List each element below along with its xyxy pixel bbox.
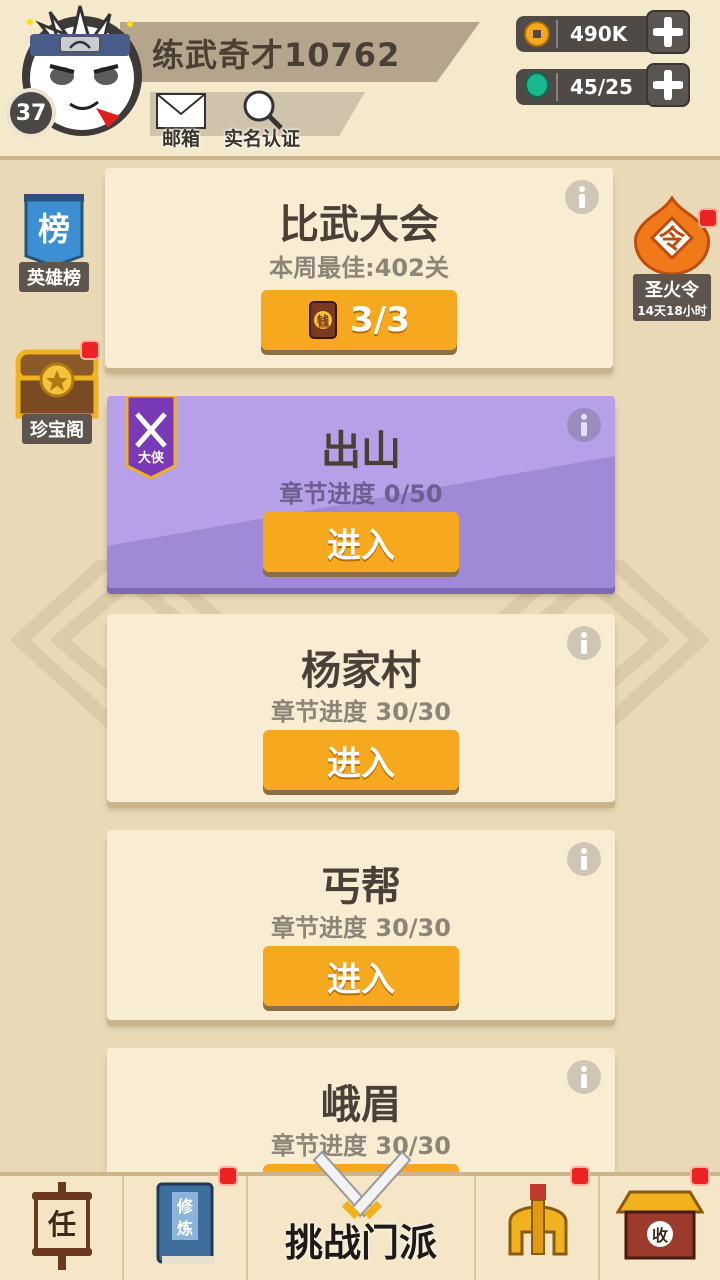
notification-dot xyxy=(690,1166,710,1186)
card-subtitle: 章节进度 30/30 xyxy=(271,914,451,942)
collect-glyph: 收 xyxy=(652,1226,668,1245)
token-label-box: 圣火令 14天18小时 xyxy=(633,274,711,321)
card-title: 峨眉 xyxy=(321,1082,401,1128)
nav-tasks[interactable]: 任 xyxy=(0,1176,124,1280)
enter-button[interactable]: 进入 xyxy=(263,512,459,572)
treasure-button[interactable]: 珍宝阁 xyxy=(14,340,100,444)
ticket-icon: 钱 xyxy=(309,301,338,339)
tickets-count: 3/3 xyxy=(350,300,410,340)
holy-fire-token-button[interactable]: 令 圣火令 14天18小时 xyxy=(630,196,718,321)
task-scroll-icon: 任 xyxy=(32,1182,92,1270)
helmet-icon xyxy=(508,1184,568,1256)
card-yangjiacun[interactable]: 杨家村 章节进度 30/30 进入 xyxy=(107,614,615,802)
add-gems-button[interactable] xyxy=(646,63,690,107)
ranking-button[interactable]: 榜 英雄榜 xyxy=(14,192,94,292)
nav-equipment[interactable] xyxy=(476,1166,600,1280)
card-title: 比武大会 xyxy=(279,202,439,248)
notification-dot xyxy=(570,1166,590,1186)
card-title: 丐帮 xyxy=(321,864,401,910)
card-chushan[interactable]: 大侠 出山 章节进度 0/50 进入 xyxy=(107,396,615,588)
notification-dot xyxy=(218,1166,238,1186)
level-badge: 37 xyxy=(6,88,56,138)
token-label: 圣火令 xyxy=(645,280,699,301)
gems-value: 45/25 xyxy=(570,75,633,99)
enter-button[interactable]: 进入 xyxy=(263,730,459,790)
enter-button[interactable]: 进入 xyxy=(263,946,459,1006)
ranking-glyph: 榜 xyxy=(38,210,70,248)
verify-label: 实名认证 xyxy=(224,128,301,150)
card-tournament[interactable]: 比武大会 本周最佳:402关 钱 3/3 xyxy=(105,168,613,368)
treasure-label: 珍宝阁 xyxy=(22,414,92,444)
cultivate-glyph-1: 修 xyxy=(176,1197,194,1216)
coin-icon xyxy=(524,21,550,47)
gem-icon xyxy=(525,72,549,103)
task-glyph: 任 xyxy=(47,1208,76,1241)
cultivation-book-icon: 修 炼 xyxy=(156,1182,214,1264)
card-subtitle: 本周最佳:402关 xyxy=(269,254,449,282)
nav-challenge-sect[interactable]: 挑战门派 xyxy=(248,1150,476,1280)
ranking-label: 英雄榜 xyxy=(19,262,89,292)
ticket-glyph: 钱 xyxy=(317,313,329,328)
nav-collect[interactable]: 收 xyxy=(600,1166,720,1280)
verify-button[interactable]: 实名认证 xyxy=(224,88,300,151)
bottom-nav: 任 修 炼 挑战门派 收 xyxy=(0,1150,720,1280)
player-name: 练武奇才10762 xyxy=(152,36,401,74)
card-gaibang[interactable]: 丐帮 章节进度 30/30 进入 xyxy=(107,830,615,1020)
mail-button[interactable]: 邮箱 xyxy=(155,92,207,151)
shop-building-icon: 收 xyxy=(616,1190,704,1260)
plus-icon xyxy=(653,17,683,47)
top-header: 练武奇才10762 37 邮箱 实名认证 490K 45/25 xyxy=(0,0,720,160)
notification-dot xyxy=(80,340,100,360)
challenge-label: 挑战门派 xyxy=(284,1221,437,1265)
add-coins-button[interactable] xyxy=(646,10,690,54)
token-timer: 14天18小时 xyxy=(637,304,707,318)
cultivate-glyph-2: 炼 xyxy=(177,1219,193,1238)
card-title: 出山 xyxy=(321,428,401,474)
ranking-banner-icon: 榜 xyxy=(24,194,84,268)
card-subtitle: 章节进度 0/50 xyxy=(279,480,443,508)
plus-icon xyxy=(653,70,683,100)
card-title: 杨家村 xyxy=(301,648,421,694)
token-glyph: 令 xyxy=(659,224,686,255)
tournament-tickets-button[interactable]: 钱 3/3 xyxy=(261,290,457,350)
card-subtitle: 章节进度 30/30 xyxy=(271,698,451,726)
notification-dot xyxy=(698,208,718,228)
divider xyxy=(556,20,558,48)
nav-cultivate[interactable]: 修 炼 xyxy=(124,1166,248,1280)
divider xyxy=(556,73,558,101)
coins-value: 490K xyxy=(570,22,628,46)
mail-label: 邮箱 xyxy=(161,128,200,150)
